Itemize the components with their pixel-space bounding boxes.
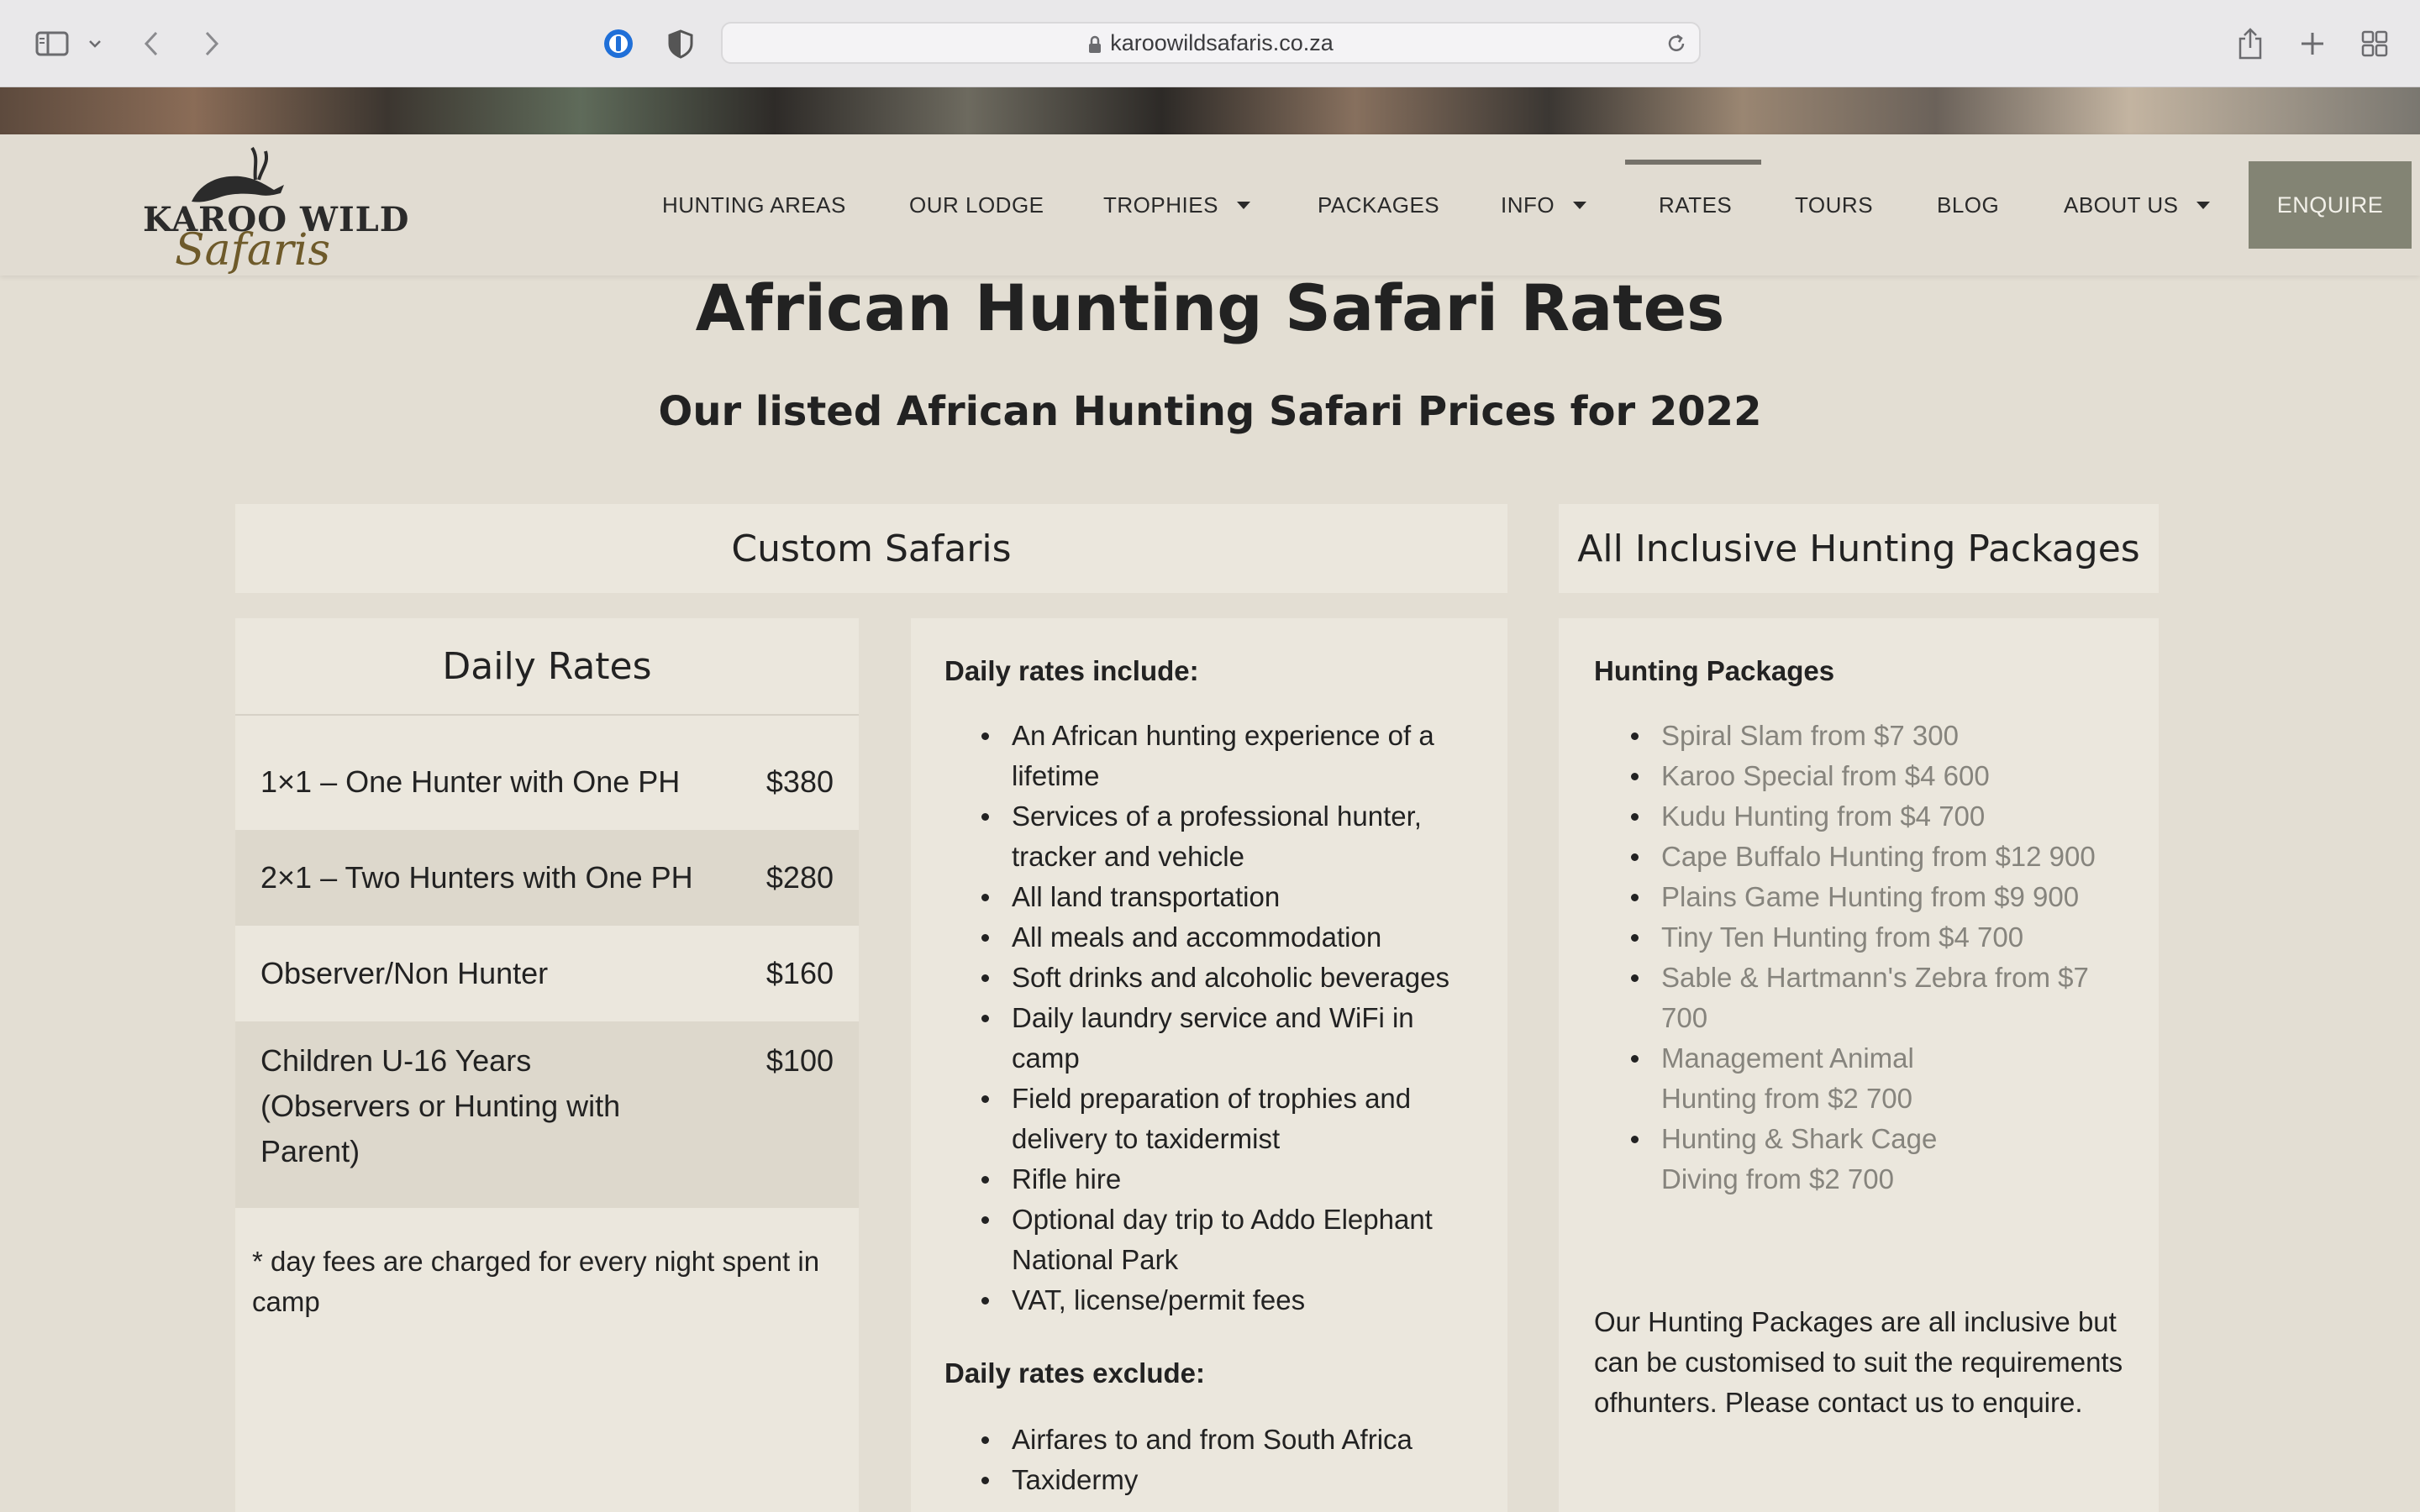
nav-about-us[interactable]: ABOUT US — [2064, 134, 2211, 276]
page-title: African Hunting Safari Rates — [695, 270, 1725, 345]
package-link[interactable]: Hunting & Shark Cage Diving from $2 700 — [1594, 1119, 1989, 1200]
nav-label: RATES — [1659, 192, 1733, 218]
nav-our-lodge[interactable]: OUR LODGE — [909, 134, 1044, 276]
nav-label: HUNTING AREAS — [662, 192, 846, 218]
list-item: Field preparation of trophies and delive… — [944, 1079, 1482, 1159]
custom-safaris-title: Custom Safaris — [731, 527, 1012, 570]
nav-label: OUR LODGE — [909, 192, 1044, 218]
list-item: Airfares to and from South Africa — [944, 1420, 1482, 1460]
nav-packages[interactable]: PACKAGES — [1318, 134, 1439, 276]
password-manager-icon[interactable] — [598, 22, 639, 66]
nav-tours[interactable]: TOURS — [1795, 134, 1873, 276]
tab-overview-icon[interactable] — [2356, 22, 2393, 66]
rate-row: Children U-16 Years (Observers or Huntin… — [235, 1021, 859, 1208]
nav-blog[interactable]: BLOG — [1937, 134, 1999, 276]
rate-name: 2×1 – Two Hunters with One PH — [260, 860, 693, 895]
package-link[interactable]: Kudu Hunting from $4 700 — [1594, 796, 2123, 837]
site-header: KAROO WILD Safaris HUNTING AREAS OUR LOD… — [0, 134, 2420, 276]
package-link[interactable]: Spiral Slam from $7 300 — [1594, 716, 2123, 756]
rate-name: 1×1 – One Hunter with One PH — [260, 764, 681, 799]
day-fee-note: * day fees are charged for every night s… — [252, 1246, 820, 1317]
address-bar[interactable]: karoowildsafaris.co.za — [721, 22, 1701, 64]
caret-down-icon — [1236, 201, 1250, 209]
nav-label: BLOG — [1937, 192, 2000, 218]
nav-rates[interactable]: RATES — [1659, 134, 1732, 276]
browser-toolbar: karoowildsafaris.co.za — [0, 0, 2420, 87]
rate-row: 1×1 – One Hunter with One PH $380 — [235, 734, 859, 830]
package-link[interactable]: Cape Buffalo Hunting from $12 900 — [1594, 837, 2123, 877]
hunting-packages-heading: Hunting Packages — [1594, 655, 1835, 686]
enquire-button[interactable]: ENQUIRE — [2249, 161, 2412, 249]
rate-price: $280 — [765, 860, 834, 895]
chevron-down-icon[interactable] — [82, 22, 108, 66]
shield-icon[interactable] — [660, 22, 701, 66]
rate-name: Children U-16 Years (Observers or Huntin… — [260, 1043, 621, 1168]
list-item: An African hunting experience of a lifet… — [944, 716, 1482, 796]
nav-hunting-areas[interactable]: HUNTING AREAS — [662, 134, 846, 276]
rate-name: Observer/Non Hunter — [260, 956, 549, 990]
site-logo[interactable]: KAROO WILD Safaris — [141, 143, 408, 276]
package-link[interactable]: Karoo Special from $4 600 — [1594, 756, 2123, 796]
list-item: Optional day trip to Addo Elephant Natio… — [944, 1200, 1482, 1280]
reload-icon[interactable] — [1665, 32, 1687, 60]
package-link[interactable]: Sable & Hartmann's Zebra from $7 700 — [1594, 958, 2123, 1038]
excludes-list: Airfares to and from South Africa Taxide… — [944, 1420, 1482, 1500]
rate-price: $160 — [765, 956, 834, 990]
nav-label: TROPHIES — [1103, 192, 1218, 218]
daily-rates-title: Daily Rates — [442, 644, 652, 688]
list-item: Soft drinks and alcoholic beverages — [944, 958, 1482, 998]
includes-list: An African hunting experience of a lifet… — [944, 716, 1482, 1320]
nav-label: ABOUT US — [2064, 192, 2179, 218]
rate-price: $380 — [765, 764, 834, 799]
sidebar-icon[interactable] — [32, 22, 72, 66]
url-text: karoowildsafaris.co.za — [1110, 29, 1334, 55]
back-icon[interactable] — [134, 22, 168, 66]
list-item: Services of a professional hunter, track… — [944, 796, 1482, 877]
list-item: All meals and accommodation — [944, 917, 1482, 958]
caret-down-icon — [1573, 201, 1587, 209]
rate-row: Observer/Non Hunter $160 — [235, 926, 859, 1021]
hero-image — [0, 87, 2420, 134]
share-icon[interactable] — [2232, 22, 2269, 66]
includes-heading: Daily rates include: — [944, 655, 1199, 686]
list-item: VAT, license/permit fees — [944, 1280, 1482, 1320]
rate-row: 2×1 – Two Hunters with One PH $280 — [235, 830, 859, 926]
custom-safaris-header: Custom Safaris — [235, 504, 1507, 593]
logo-text-line2: Safaris — [175, 225, 331, 276]
list-item: Daily laundry service and WiFi in camp — [944, 998, 1482, 1079]
new-tab-icon[interactable] — [2294, 22, 2331, 66]
nav-label: PACKAGES — [1318, 192, 1440, 218]
list-item: Taxidermy — [944, 1460, 1482, 1500]
packages-list: Spiral Slam from $7 300 Karoo Special fr… — [1594, 716, 2123, 1200]
excludes-heading: Daily rates exclude: — [944, 1357, 1205, 1389]
nav-info[interactable]: INFO — [1501, 134, 1587, 276]
packages-header: All Inclusive Hunting Packages — [1559, 504, 2159, 593]
nav-trophies[interactable]: TROPHIES — [1103, 134, 1250, 276]
list-item: Rifle hire — [944, 1159, 1482, 1200]
daily-rates-header: Daily Rates — [235, 618, 859, 716]
list-item: All land transportation — [944, 877, 1482, 917]
rate-price: $100 — [765, 1043, 834, 1078]
forward-icon[interactable] — [195, 22, 229, 66]
caret-down-icon — [2196, 201, 2211, 209]
nav-label: INFO — [1501, 192, 1555, 218]
nav-label: TOURS — [1795, 192, 1874, 218]
page-subtitle: Our listed African Hunting Safari Prices… — [658, 388, 1762, 435]
lock-icon — [1088, 35, 1102, 53]
package-link[interactable]: Plains Game Hunting from $9 900 — [1594, 877, 2123, 917]
package-link[interactable]: Management Animal Hunting from $2 700 — [1594, 1038, 1989, 1119]
package-link[interactable]: Tiny Ten Hunting from $4 700 — [1594, 917, 2123, 958]
packages-title: All Inclusive Hunting Packages — [1577, 527, 2140, 570]
packages-note: Our Hunting Packages are all inclusive b… — [1594, 1306, 2123, 1418]
